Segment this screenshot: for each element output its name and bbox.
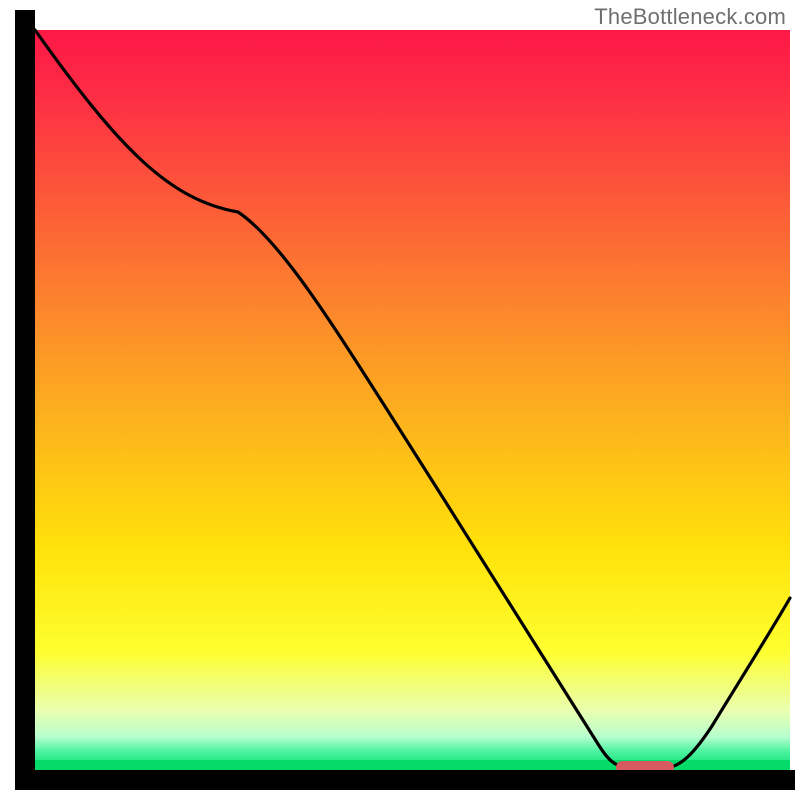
plot-background <box>35 30 790 770</box>
watermark-text: TheBottleneck.com <box>594 4 786 30</box>
y-axis <box>15 10 35 790</box>
chart-container: { "watermark": "TheBottleneck.com", "cha… <box>0 0 800 800</box>
chart-svg <box>0 0 800 800</box>
x-axis <box>15 770 795 790</box>
